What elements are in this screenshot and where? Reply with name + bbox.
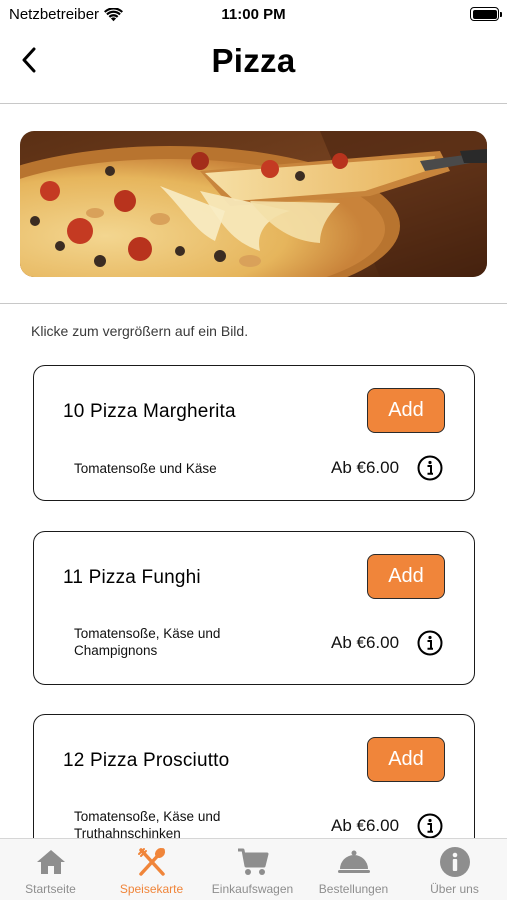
product-description: Tomatensoße, Käse und Champignons bbox=[74, 626, 221, 658]
add-button[interactable]: Add bbox=[367, 737, 445, 782]
tab-label: Speisekarte bbox=[119, 882, 184, 896]
status-bar: Netzbetreiber 11:00 PM bbox=[0, 0, 507, 28]
add-button[interactable]: Add bbox=[367, 554, 445, 599]
add-button[interactable]: Add bbox=[367, 388, 445, 433]
cart-icon bbox=[237, 848, 268, 875]
home-icon bbox=[36, 850, 65, 874]
product-price: Ab €6.00 bbox=[331, 633, 400, 652]
navigation-bar: Pizza bbox=[0, 28, 507, 104]
product-title: 11 Pizza Funghi bbox=[63, 567, 201, 588]
fork-knife-icon bbox=[137, 847, 165, 876]
page-title: Pizza bbox=[211, 42, 296, 79]
product-description: Tomatensoße und Käse bbox=[74, 461, 217, 476]
tab-startseite[interactable]: Startseite bbox=[0, 839, 101, 900]
tab-bestellungen[interactable]: Bestellungen bbox=[303, 839, 404, 900]
tab-einkaufswagen[interactable]: Einkaufswagen bbox=[202, 839, 303, 900]
info-circle-icon bbox=[439, 847, 470, 877]
info-icon[interactable] bbox=[417, 630, 443, 656]
tab-bar: Startseite Speisekarte Einkaufswagen Bes… bbox=[0, 838, 507, 900]
product-price: Ab €6.00 bbox=[331, 458, 400, 477]
pizza-image bbox=[20, 131, 487, 277]
info-icon[interactable] bbox=[417, 813, 443, 839]
tab-ueber-uns[interactable]: Über uns bbox=[404, 839, 505, 900]
product-card[interactable]: 11 Pizza Funghi Add Tomatensoße, Käse un… bbox=[33, 531, 475, 685]
product-card[interactable]: 10 Pizza Margherita Add Tomatensoße und … bbox=[33, 365, 475, 501]
info-icon[interactable] bbox=[417, 455, 443, 481]
battery-icon bbox=[470, 7, 502, 21]
product-price: Ab €6.00 bbox=[331, 816, 400, 835]
cloche-icon bbox=[337, 850, 370, 873]
tab-label: Über uns bbox=[430, 882, 479, 896]
status-time: 11:00 PM bbox=[221, 6, 286, 23]
product-description: Tomatensoße, Käse und Truthahnschinken bbox=[74, 809, 221, 841]
product-title: 10 Pizza Margherita bbox=[63, 401, 236, 422]
tab-speisekarte[interactable]: Speisekarte bbox=[101, 839, 202, 900]
tab-label: Bestellungen bbox=[318, 882, 389, 896]
section-divider bbox=[0, 303, 507, 304]
category-hero-image[interactable] bbox=[20, 131, 487, 277]
product-title: 12 Pizza Prosciutto bbox=[63, 750, 230, 771]
image-hint-text: Klicke zum vergrößern auf ein Bild. bbox=[31, 323, 249, 339]
tab-label: Startseite bbox=[25, 882, 76, 896]
tab-label: Einkaufswagen bbox=[211, 882, 294, 896]
